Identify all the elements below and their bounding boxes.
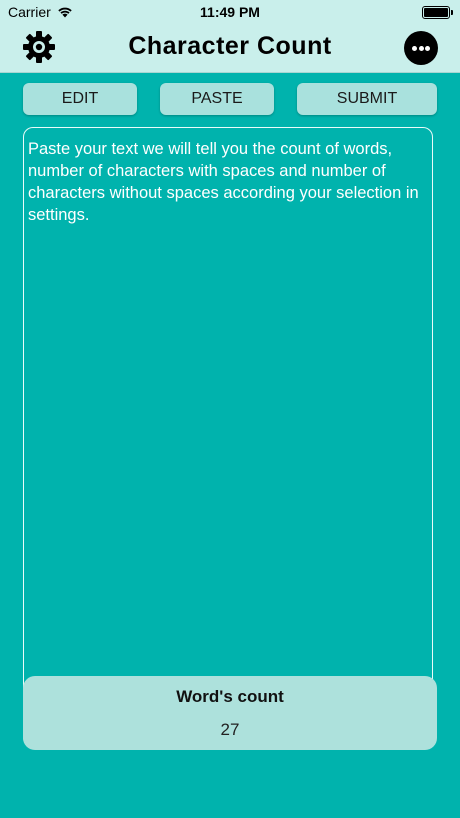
- count-label: Word's count: [176, 687, 284, 706]
- ellipsis-dot-1: [412, 46, 417, 51]
- ellipsis-dot-2: [418, 46, 424, 51]
- status-time: 11:49 PM: [200, 4, 260, 20]
- top-bar: Carrier 11:49 PM Character Count: [0, 0, 460, 73]
- nav-bar: Character Count: [0, 24, 460, 70]
- ellipsis-dot-3: [425, 46, 430, 51]
- battery-icon: [422, 6, 453, 19]
- toolbar: EDIT PASTE SUBMIT: [0, 83, 460, 115]
- paste-button[interactable]: PASTE: [160, 83, 274, 115]
- count-value: 27: [220, 720, 240, 739]
- page-title: Character Count: [128, 32, 332, 60]
- text-input-area[interactable]: Paste your text we will tell you the cou…: [23, 127, 433, 747]
- edit-button[interactable]: EDIT: [23, 83, 137, 115]
- word-count-panel: Word's count 27: [23, 676, 437, 750]
- submit-button[interactable]: SUBMIT: [297, 83, 437, 115]
- status-bar: Carrier 11:49 PM: [0, 0, 460, 24]
- more-options-button[interactable]: [404, 31, 438, 65]
